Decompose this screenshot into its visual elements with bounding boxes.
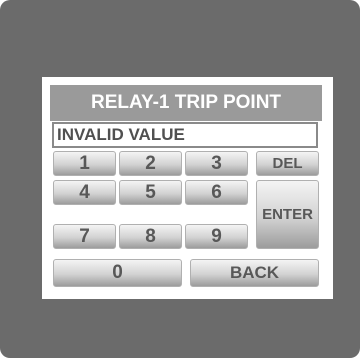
enter-button[interactable]: ENTER bbox=[256, 180, 319, 249]
value-display: INVALID VALUE bbox=[52, 122, 318, 148]
key-2[interactable]: 2 bbox=[119, 151, 182, 176]
back-button[interactable]: BACK bbox=[190, 259, 319, 287]
key-6[interactable]: 6 bbox=[185, 180, 248, 205]
display-screen: RELAY-1 TRIP POINT INVALID VALUE 1 2 3 D… bbox=[42, 77, 333, 299]
key-8[interactable]: 8 bbox=[119, 224, 182, 249]
dialog-title: RELAY-1 TRIP POINT bbox=[50, 85, 322, 121]
key-1[interactable]: 1 bbox=[53, 151, 116, 176]
key-9[interactable]: 9 bbox=[185, 224, 248, 249]
key-4[interactable]: 4 bbox=[53, 180, 116, 205]
key-3[interactable]: 3 bbox=[185, 151, 248, 176]
del-button[interactable]: DEL bbox=[256, 151, 319, 176]
device-bezel: RELAY-1 TRIP POINT INVALID VALUE 1 2 3 D… bbox=[0, 0, 360, 358]
key-5[interactable]: 5 bbox=[119, 180, 182, 205]
key-7[interactable]: 7 bbox=[53, 224, 116, 249]
key-0[interactable]: 0 bbox=[53, 259, 182, 287]
